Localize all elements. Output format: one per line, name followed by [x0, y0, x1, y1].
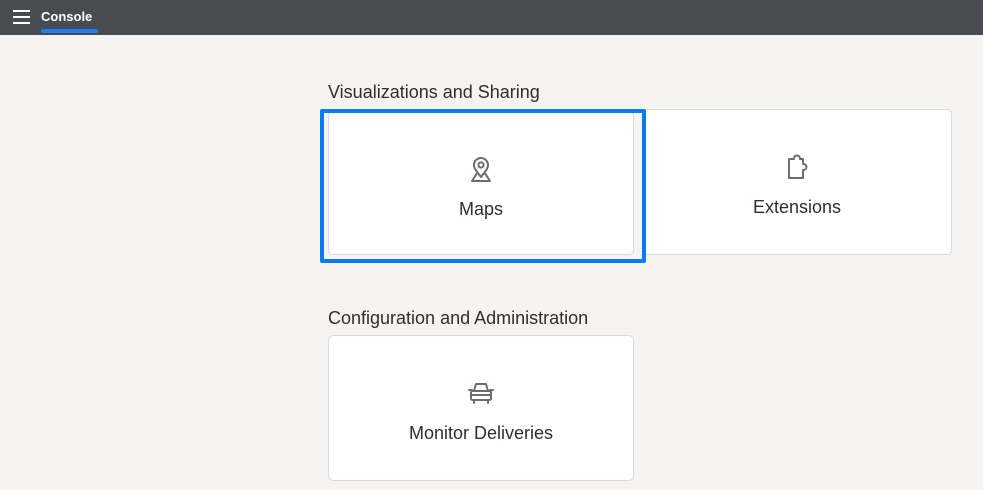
extensions-card-label: Extensions — [752, 197, 842, 217]
puzzle-piece-icon — [783, 153, 811, 181]
car-icon — [467, 379, 495, 407]
map-pin-icon — [467, 155, 495, 183]
app-title[interactable]: Console — [41, 9, 92, 25]
maps-card-label: Maps — [458, 199, 503, 219]
maps-card[interactable]: Maps — [328, 111, 634, 255]
hamburger-menu-icon[interactable] — [13, 10, 31, 24]
active-tab-indicator — [41, 29, 98, 33]
monitor-deliveries-card-label: Monitor Deliveries — [408, 423, 554, 443]
monitor-deliveries-card[interactable]: Monitor Deliveries — [328, 335, 634, 481]
top-bar: Console — [0, 0, 983, 35]
extensions-card[interactable]: Extensions — [642, 109, 952, 255]
section-heading-visualizations: Visualizations and Sharing — [328, 82, 540, 102]
section-heading-configuration: Configuration and Administration — [328, 308, 589, 328]
